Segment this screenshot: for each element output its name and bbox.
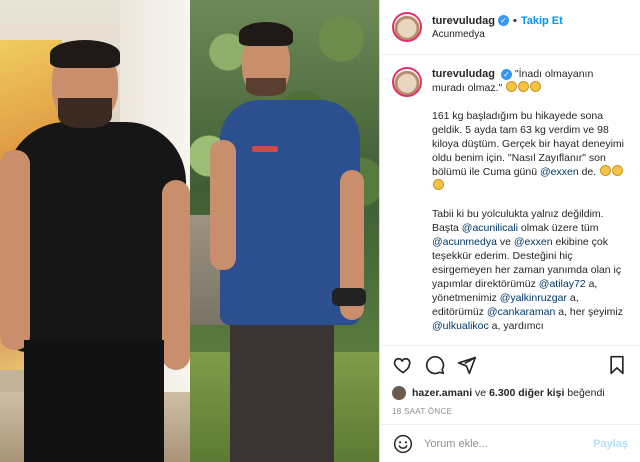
- mention-link[interactable]: @exxen: [540, 166, 579, 178]
- clap-emoji-icon: [433, 179, 444, 190]
- person-legs: [24, 340, 164, 462]
- avatar[interactable]: [392, 12, 422, 42]
- mention-link[interactable]: @ulkualikoc: [432, 320, 489, 332]
- caption-paragraph: olmak üzere tüm: [517, 222, 599, 234]
- comment-input[interactable]: [424, 437, 594, 450]
- caption-paragraph: de.: [578, 166, 597, 178]
- liker-username[interactable]: hazer.amani: [412, 387, 472, 399]
- person-arm-left: [0, 150, 30, 350]
- bookmark-icon[interactable]: [606, 354, 628, 376]
- mention-link[interactable]: @acunilicali: [462, 222, 518, 234]
- caption-paragraph: a, yardımcı: [488, 320, 544, 332]
- post-comment-button[interactable]: Paylaş: [593, 438, 628, 450]
- caption-area: turevuludag ✓ "İnadı olmayanın muradı olm…: [380, 55, 640, 345]
- mention-link[interactable]: @cankaraman: [487, 306, 555, 318]
- mention-link[interactable]: @exxen: [514, 236, 553, 248]
- caption-paragraph: 161 kg başladığım bu hikayede sona geldi…: [432, 110, 624, 178]
- user-meta: turevuludag ✓ • Takip Et Acunmedya: [432, 15, 563, 40]
- caption-paragraph: ve: [496, 236, 514, 248]
- comment-icon[interactable]: [424, 354, 446, 376]
- likes-count[interactable]: 6.300 diğer kişi: [489, 387, 564, 399]
- mention-link[interactable]: @acunmedya: [432, 236, 497, 248]
- mention-link[interactable]: @atilay72: [539, 278, 586, 290]
- post-timestamp[interactable]: 18 SAAT ÖNCE: [380, 403, 640, 424]
- comment-bar: Paylaş: [380, 424, 640, 462]
- clap-emoji-icon: [600, 165, 612, 176]
- paper-plane-icon[interactable]: [456, 354, 478, 376]
- person-hair: [50, 40, 120, 68]
- clap-emoji-icon: [612, 165, 624, 176]
- separator-dot: •: [512, 14, 517, 27]
- liker-avatar[interactable]: [392, 386, 406, 400]
- person-torso: [6, 122, 186, 352]
- person-beard: [246, 78, 286, 96]
- caption-text: turevuludag ✓ "İnadı olmayanın muradı olm…: [432, 67, 628, 345]
- person-arm-right: [162, 180, 190, 370]
- caption-paragraph: a, her şeyimiz: [555, 306, 623, 318]
- verified-badge-icon: ✓: [500, 69, 512, 80]
- clap-emoji-icon: [518, 81, 530, 92]
- wristwatch: [332, 288, 366, 306]
- shirt-logo: [252, 146, 278, 152]
- post-header: turevuludag ✓ • Takip Et Acunmedya: [380, 0, 640, 55]
- heart-icon[interactable]: [392, 354, 414, 376]
- after-photo: [190, 0, 379, 462]
- action-bar: [380, 345, 640, 383]
- post-sidebar: turevuludag ✓ • Takip Et Acunmedya turev…: [379, 0, 640, 462]
- likes-suffix: beğendi: [567, 387, 605, 399]
- clap-emoji-icon: [506, 81, 518, 92]
- post-photo[interactable]: [0, 0, 379, 462]
- location-link[interactable]: Acunmedya: [432, 29, 563, 40]
- smiley-icon[interactable]: [392, 433, 414, 455]
- likes-summary: hazer.amani ve 6.300 diğer kişi beğendi: [380, 383, 640, 403]
- instagram-post: turevuludag ✓ • Takip Et Acunmedya turev…: [0, 0, 640, 462]
- person-beard: [58, 98, 112, 128]
- avatar[interactable]: [392, 67, 422, 97]
- verified-badge-icon: ✓: [497, 15, 509, 26]
- person-hair: [239, 22, 293, 46]
- likes-and: ve: [475, 387, 487, 399]
- username-link[interactable]: turevuludag: [432, 68, 495, 80]
- person-legs: [230, 318, 334, 462]
- before-photo: [0, 0, 190, 462]
- username-link[interactable]: turevuludag: [432, 15, 495, 27]
- mention-link[interactable]: @yalkinruzgar: [500, 292, 567, 304]
- follow-button[interactable]: Takip Et: [521, 15, 563, 27]
- person-arm-left: [210, 140, 236, 270]
- clap-emoji-icon: [530, 81, 542, 92]
